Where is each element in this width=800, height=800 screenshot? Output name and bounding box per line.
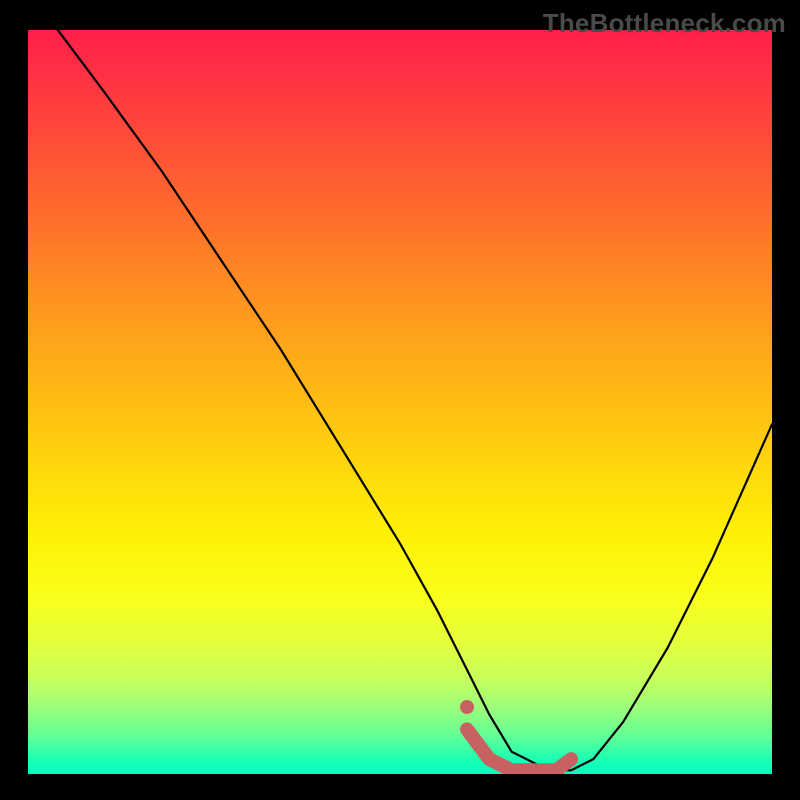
main-curve xyxy=(58,30,772,770)
chart-frame: TheBottleneck.com xyxy=(0,0,800,800)
plot-area xyxy=(28,30,772,774)
marker-band xyxy=(467,729,571,770)
watermark-text: TheBottleneck.com xyxy=(543,8,786,39)
curve-layer xyxy=(28,30,772,774)
marker-dot xyxy=(460,700,474,714)
